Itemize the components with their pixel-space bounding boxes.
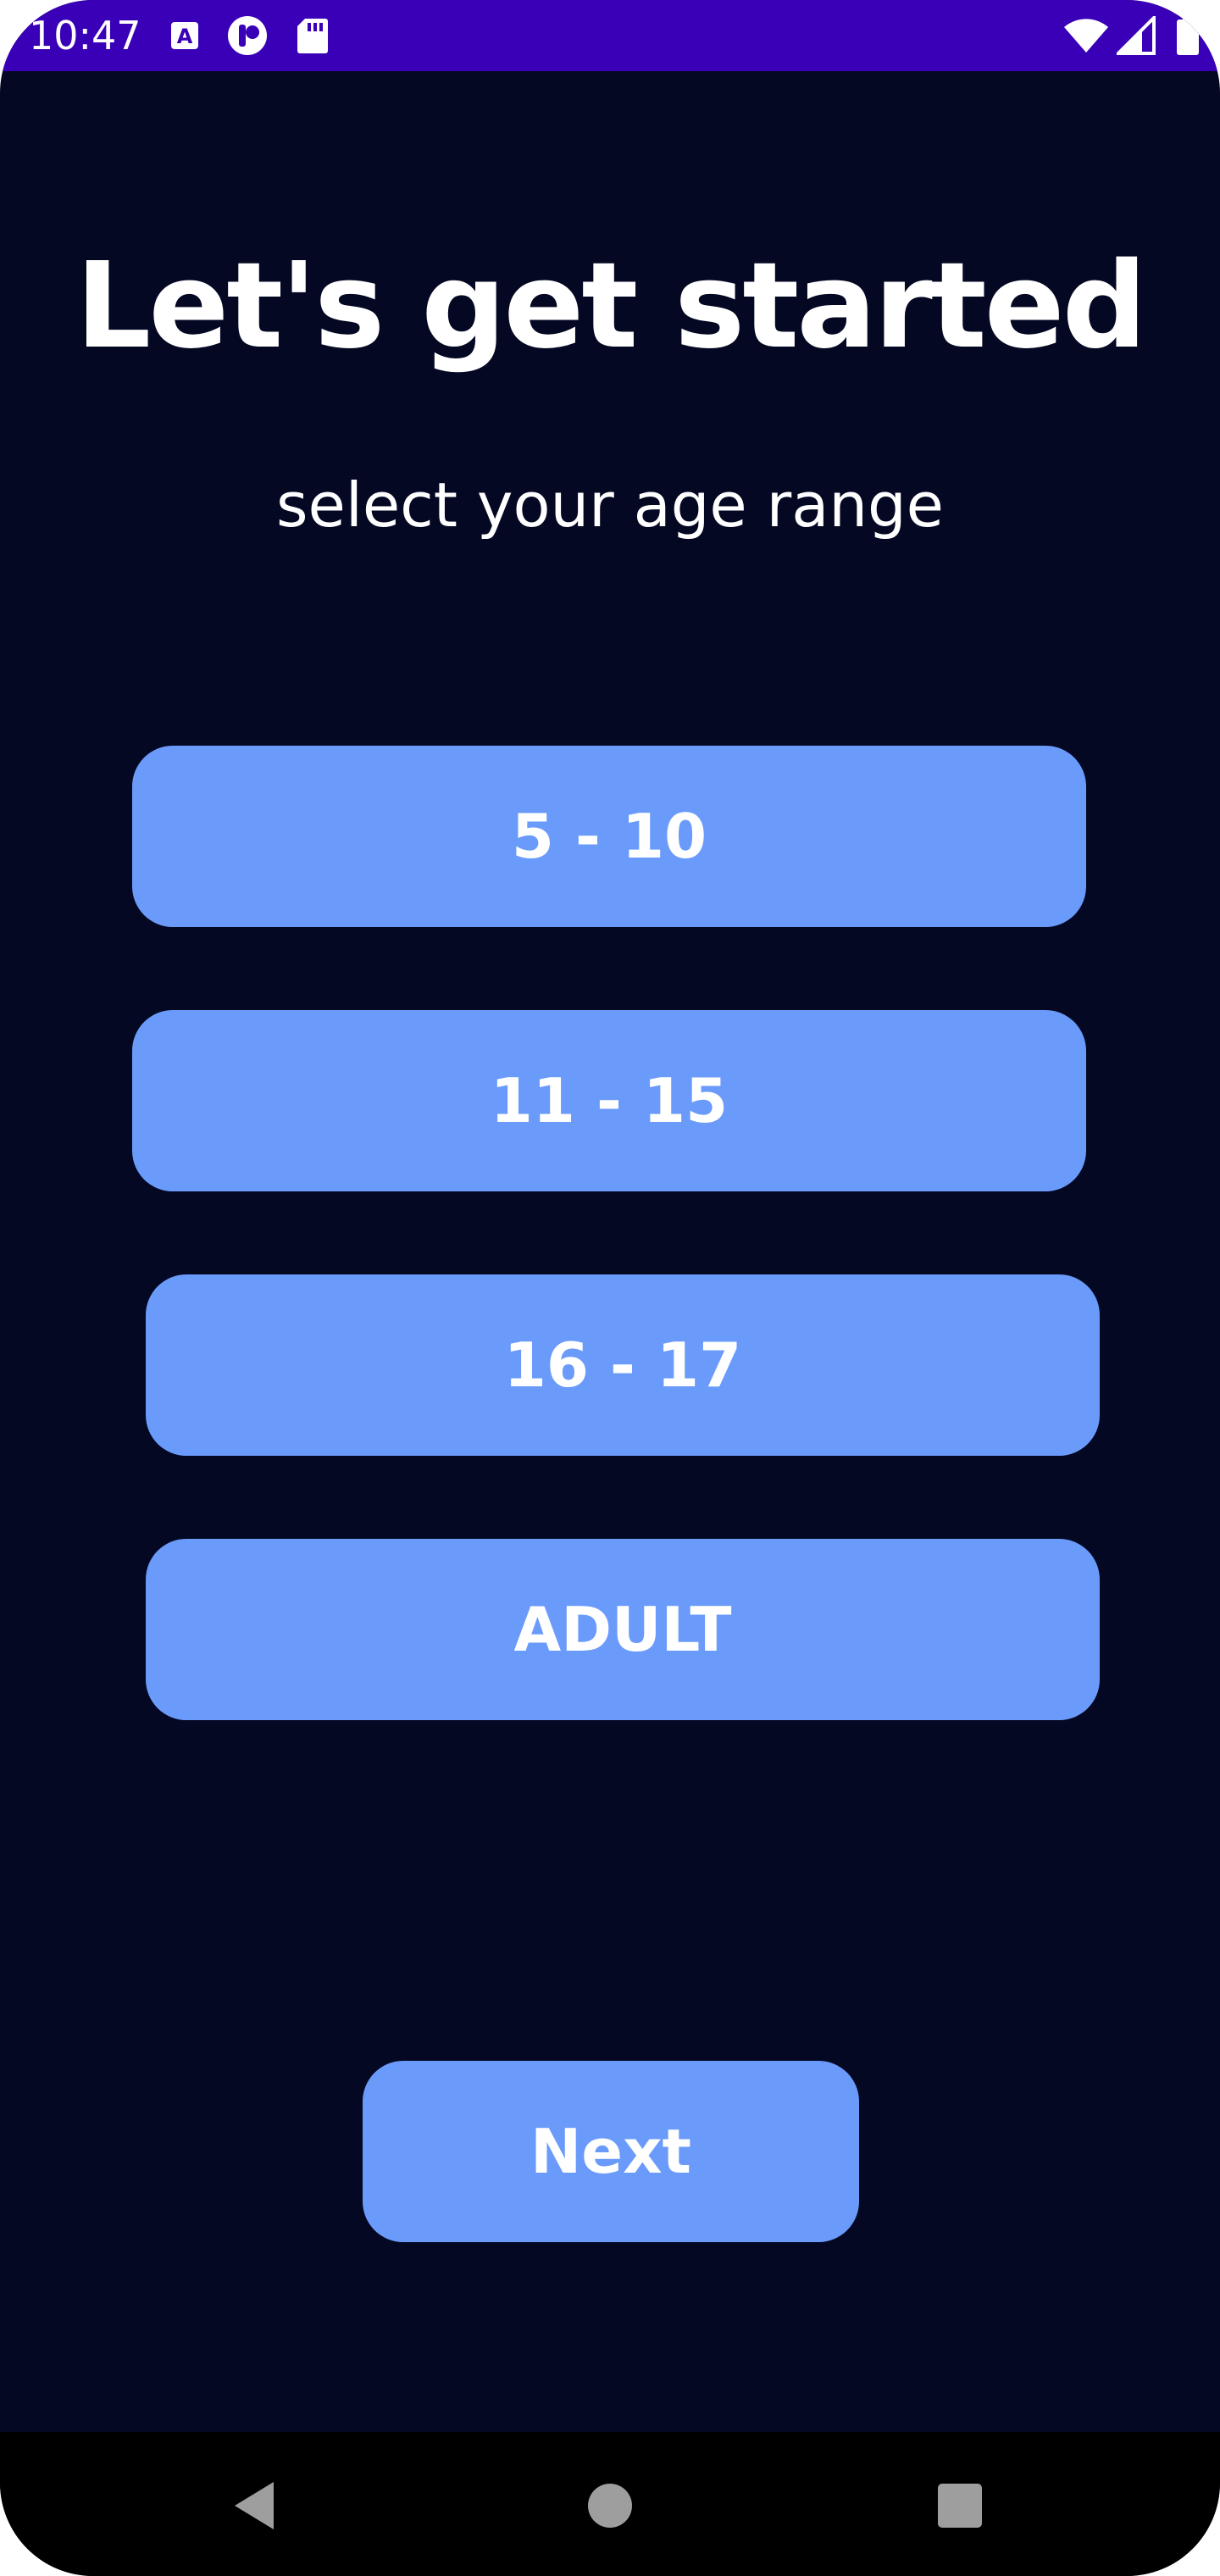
next-button-label: Next <box>530 2116 691 2187</box>
svg-text:A: A <box>177 25 193 48</box>
wifi-icon <box>1061 15 1112 56</box>
navigation-bar <box>0 2432 1220 2576</box>
age-option-button[interactable]: ADULT <box>146 1539 1100 1720</box>
recents-icon[interactable] <box>922 2468 998 2544</box>
age-option-button[interactable]: 16 - 17 <box>146 1274 1100 1456</box>
age-option-label: 11 - 15 <box>490 1065 729 1136</box>
page-subtitle: select your age range <box>276 469 944 541</box>
status-time: 10:47 <box>29 13 141 58</box>
age-option-label: 5 - 10 <box>511 801 707 872</box>
back-icon[interactable] <box>217 2468 293 2544</box>
age-option-label: 16 - 17 <box>503 1330 742 1401</box>
a-notification-icon: A <box>168 15 202 56</box>
signal-icon <box>1115 15 1157 56</box>
app-screen: 10:47 A Let's get started select your ag… <box>0 0 1220 2576</box>
age-option-button[interactable]: 5 - 10 <box>132 746 1086 927</box>
age-option-button[interactable]: 11 - 15 <box>132 1010 1086 1191</box>
home-icon[interactable] <box>572 2468 648 2544</box>
age-option-label: ADULT <box>513 1594 732 1665</box>
battery-icon <box>1171 15 1205 56</box>
status-bar: 10:47 A <box>0 0 1220 71</box>
sd-card-icon <box>295 15 330 56</box>
app-notification-icon <box>225 15 269 56</box>
next-button[interactable]: Next <box>363 2061 859 2242</box>
page-title: Let's get started <box>75 237 1147 375</box>
